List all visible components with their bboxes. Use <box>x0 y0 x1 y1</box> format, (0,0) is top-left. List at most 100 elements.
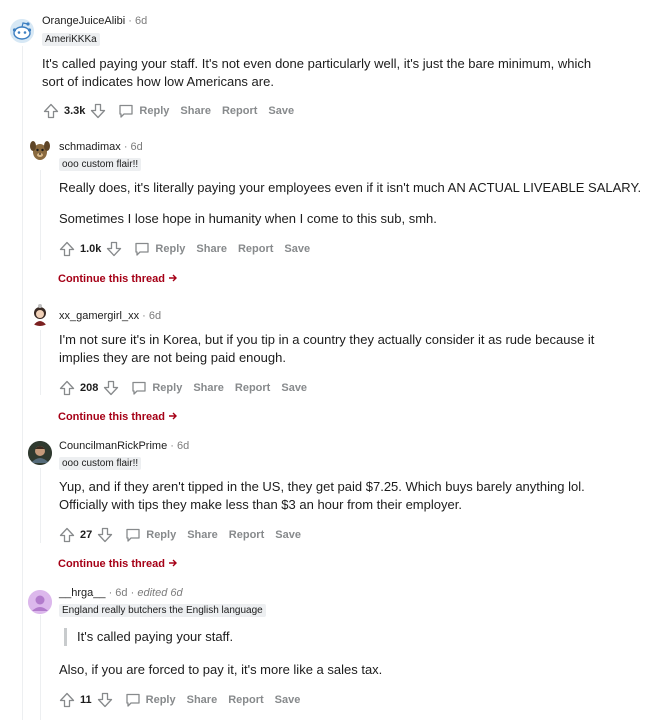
author-name[interactable]: CouncilmanRickPrime <box>59 440 167 452</box>
user-photo-avatar-icon <box>28 441 52 465</box>
share-button[interactable]: Share <box>180 105 211 117</box>
comment-actions: 27 Reply Share Report Save <box>58 525 301 545</box>
downvote-button[interactable] <box>102 379 120 397</box>
downvote-button[interactable] <box>96 691 114 709</box>
save-button[interactable]: Save <box>284 243 310 255</box>
avatar[interactable] <box>28 441 52 465</box>
comment-actions: 1.0k Reply Share Report Save <box>58 239 310 259</box>
downvote-arrow-icon <box>104 380 119 396</box>
report-button[interactable]: Report <box>228 694 263 706</box>
vote-score: 3.3k <box>64 105 86 117</box>
arrow-right-icon <box>169 559 178 567</box>
speech-bubble-icon <box>125 527 141 543</box>
upvote-button[interactable] <box>42 102 60 120</box>
save-button[interactable]: Save <box>275 694 301 706</box>
timestamp[interactable]: 6d <box>131 141 143 153</box>
thread-line[interactable] <box>40 330 41 395</box>
reply-button[interactable]: Reply <box>125 692 176 708</box>
upvote-button[interactable] <box>58 691 76 709</box>
dog-avatar-icon <box>28 138 52 162</box>
thread-line[interactable] <box>40 615 41 720</box>
report-button[interactable]: Report <box>235 382 270 394</box>
downvote-button[interactable] <box>105 240 123 258</box>
separator: · <box>130 587 135 599</box>
thread-line[interactable] <box>22 46 23 720</box>
avatar[interactable] <box>28 590 52 614</box>
continue-thread-link[interactable]: Continue this thread <box>58 411 178 423</box>
user-flair: ooo custom flair!! <box>59 457 142 470</box>
comment-meta: xx_gamergirl_xx · 6d <box>59 309 161 323</box>
comment-body-line: Really does, it's literally paying your … <box>59 180 642 195</box>
share-button[interactable]: Share <box>193 382 224 394</box>
comment-actions: 208 Reply Share Report Save <box>58 378 307 398</box>
upvote-button[interactable] <box>58 240 76 258</box>
vote-score: 27 <box>80 529 93 541</box>
timestamp[interactable]: 6d <box>135 15 147 27</box>
author-name[interactable]: xx_gamergirl_xx <box>59 310 139 322</box>
continue-thread-link[interactable]: Continue this thread <box>58 273 178 285</box>
separator: · <box>108 587 113 599</box>
reply-button[interactable]: Reply <box>131 380 182 396</box>
author-name[interactable]: schmadimax <box>59 141 121 153</box>
comment-meta: OrangeJuiceAlibi · 6d <box>42 14 147 28</box>
save-button[interactable]: Save <box>268 105 294 117</box>
reply-label: Reply <box>145 694 176 706</box>
comment-body-line: implies they are not being paid enough. <box>59 350 286 365</box>
downvote-arrow-icon <box>97 692 112 708</box>
share-button[interactable]: Share <box>196 243 227 255</box>
downvote-button[interactable] <box>89 102 107 120</box>
comment-body-line: Also, if you are forced to pay it, it's … <box>59 662 383 677</box>
comment-meta: schmadimax · 6d <box>59 140 143 154</box>
user-flair: ooo custom flair!! <box>59 158 142 171</box>
timestamp[interactable]: 6d <box>149 310 161 322</box>
upvote-arrow-icon <box>59 241 75 257</box>
report-button[interactable]: Report <box>222 105 257 117</box>
share-button[interactable]: Share <box>187 529 218 541</box>
timestamp[interactable]: 6d <box>177 440 189 452</box>
comment-body-line: It's called paying your staff. It's not … <box>42 56 592 71</box>
arrow-right-icon <box>169 412 178 420</box>
report-button[interactable]: Report <box>238 243 273 255</box>
vote-score: 208 <box>80 382 99 394</box>
reply-button[interactable]: Reply <box>118 103 169 119</box>
downvote-arrow-icon <box>91 103 106 119</box>
comment-meta: __hrga__ · 6d · edited 6d <box>59 586 183 600</box>
thread-line[interactable] <box>40 170 41 260</box>
upvote-arrow-icon <box>43 103 59 119</box>
continue-thread-link[interactable]: Continue this thread <box>58 558 178 570</box>
comment-body-line: Yup, and if they aren't tipped in the US… <box>59 479 585 494</box>
speech-bubble-icon <box>125 692 141 708</box>
share-button[interactable]: Share <box>187 694 218 706</box>
report-button[interactable]: Report <box>229 529 264 541</box>
user-flair: England really butchers the English lang… <box>59 604 266 617</box>
author-name[interactable]: OrangeJuiceAlibi <box>42 15 125 27</box>
downvote-button[interactable] <box>96 526 114 544</box>
avatar[interactable] <box>28 138 52 162</box>
save-button[interactable]: Save <box>281 382 307 394</box>
comment-actions: 3.3k Reply Share Report Save <box>42 101 294 121</box>
upvote-button[interactable] <box>58 379 76 397</box>
timestamp[interactable]: 6d <box>115 587 127 599</box>
gamergirl-avatar-icon <box>28 302 52 326</box>
speech-bubble-icon <box>131 380 147 396</box>
separator: · <box>170 440 174 452</box>
comment-body-line: sort of indicates how low Americans are. <box>42 74 274 89</box>
comment-body-line: Sometimes I lose hope in humanity when I… <box>59 211 437 226</box>
avatar[interactable] <box>10 19 34 43</box>
downvote-arrow-icon <box>107 241 122 257</box>
continue-thread-label: Continue this thread <box>58 558 165 570</box>
reply-button[interactable]: Reply <box>134 241 185 257</box>
speech-bubble-icon <box>118 103 134 119</box>
comment-body-line: I'm not sure it's in Korea, but if you t… <box>59 332 595 347</box>
author-name[interactable]: __hrga__ <box>59 587 106 599</box>
avatar[interactable] <box>28 302 52 326</box>
upvote-arrow-icon <box>59 692 75 708</box>
comment-meta: CouncilmanRickPrime · 6d <box>59 439 189 453</box>
reddit-snoo-avatar-icon <box>10 19 34 43</box>
upvote-button[interactable] <box>58 526 76 544</box>
vote-score: 11 <box>80 694 92 706</box>
reply-label: Reply <box>146 529 177 541</box>
thread-line[interactable] <box>40 468 41 543</box>
save-button[interactable]: Save <box>275 529 301 541</box>
reply-button[interactable]: Reply <box>125 527 176 543</box>
